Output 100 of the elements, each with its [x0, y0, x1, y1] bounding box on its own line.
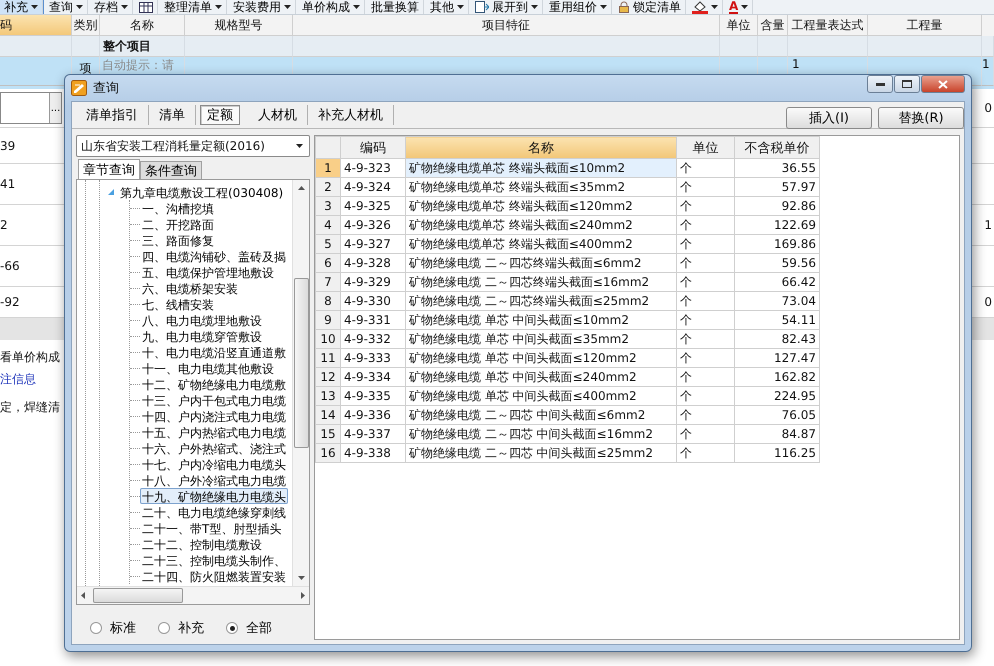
column-header[interactable]: 不含税单价 [734, 136, 820, 158]
panel-tab[interactable]: 注信息 [0, 368, 36, 390]
table-cell: 矿物绝缘电缆 单芯 中间头截面≤120mm2 [406, 348, 676, 368]
tree-item[interactable]: 四、电缆沟铺砂、盖砖及揭 [140, 248, 288, 264]
table-cell: 个 [676, 292, 734, 310]
minimize-button[interactable] [867, 75, 893, 93]
row-number[interactable]: 7 [316, 272, 340, 292]
tab[interactable]: 清单 [149, 105, 196, 125]
tree-item[interactable]: 十、电力电缆沿竖直通道敷 [140, 344, 288, 360]
tree-item[interactable]: 十三、户内干包式电力电缆 [140, 392, 288, 408]
row-number[interactable]: 16 [316, 444, 340, 462]
radio-icon[interactable] [158, 622, 170, 634]
radio-option[interactable]: 全部 [226, 619, 272, 637]
row-number[interactable]: 14 [316, 406, 340, 424]
scroll-up-icon[interactable] [298, 186, 304, 190]
input-field[interactable]: ... [0, 92, 62, 124]
column-header[interactable]: 码 [0, 15, 72, 36]
toolbar-button[interactable]: 查询 [45, 0, 88, 14]
toolbar-button[interactable]: 单价构成 [298, 0, 365, 14]
toolbar-button[interactable]: 存档 [90, 0, 133, 14]
row-number[interactable]: 6 [316, 254, 340, 272]
radio-icon[interactable] [226, 622, 238, 634]
toolbar-button[interactable]: 安装费用 [229, 0, 296, 14]
tree-item[interactable]: 十二、矿物绝缘电力电缆敷 [140, 376, 288, 392]
toolbar-button[interactable]: 整理清单 [160, 0, 227, 14]
caret-icon [31, 5, 38, 9]
radio-option[interactable]: 标准 [90, 619, 136, 637]
row-number[interactable]: 11 [316, 348, 340, 368]
tree-item[interactable]: 六、电缆桥架安装 [140, 280, 240, 296]
row-number[interactable]: 13 [316, 386, 340, 406]
tree-item[interactable]: 二十、电力电缆绝缘穿刺线 [140, 504, 288, 520]
scroll-left-icon[interactable] [81, 592, 85, 599]
table-cell: 个 [676, 444, 734, 462]
row-number[interactable]: 4 [316, 216, 340, 234]
tree-item[interactable]: 十九、矿物绝缘电力电缆头 [140, 488, 288, 504]
scrollbar[interactable] [77, 586, 309, 604]
table-cell: 41 [0, 177, 16, 191]
tree-item[interactable]: 二十二、控制电缆敷设 [140, 536, 264, 552]
table-cell: 39 [0, 138, 16, 152]
tree-item[interactable]: 十一、电力电缆其他敷设 [140, 360, 276, 376]
tree-item[interactable]: 五、电缆保护管埋地敷设 [140, 264, 276, 280]
tree-item[interactable]: 十四、户内浇注式电力电缆 [140, 408, 288, 424]
scrollbar-thumb[interactable] [93, 588, 183, 603]
tree-item[interactable]: 十五、户内热缩式电力电缆 [140, 424, 288, 440]
tab[interactable]: 条件查询 [140, 161, 202, 179]
close-button[interactable] [921, 75, 965, 93]
row-number[interactable]: 15 [316, 424, 340, 444]
column-header[interactable]: 编码 [340, 136, 406, 158]
scrollbar[interactable] [292, 180, 309, 586]
row-number[interactable]: 5 [316, 234, 340, 254]
caret-icon [121, 5, 128, 9]
column-header[interactable]: 名称 [406, 136, 676, 158]
toolbar-button[interactable]: 补充 [0, 0, 43, 14]
radio-icon[interactable] [90, 622, 102, 634]
toolbar-button[interactable]: 锁定清单 [614, 0, 686, 14]
toolbar-button[interactable]: 重用组价 [545, 0, 612, 14]
tab[interactable]: 章节查询 [78, 159, 140, 179]
scroll-right-icon[interactable] [301, 592, 305, 599]
tree-item[interactable]: 二、开挖路面 [140, 216, 216, 232]
tree-item[interactable]: 二十四、防火阻燃装置安装 [140, 568, 288, 584]
toolbar-button[interactable]: 批量换算 [367, 0, 424, 14]
row-number[interactable]: 8 [316, 292, 340, 310]
tree-item[interactable]: 十七、户内冷缩电力电缆头 [140, 456, 288, 472]
tree-item[interactable]: 二十一、带T型、肘型插头 [140, 520, 284, 536]
tree-item[interactable]: 二十三、控制电缆头制作、 [140, 552, 288, 568]
table-cell: 0 [984, 295, 992, 309]
tree-item[interactable]: 三、路面修复 [140, 232, 216, 248]
table-row[interactable]: 整个项目 [0, 36, 994, 57]
toolbar-button[interactable]: 其他 [426, 0, 469, 14]
tab[interactable]: 清单指引 [76, 105, 149, 125]
tree-item[interactable]: 十六、户外热缩式、浇注式 [140, 440, 288, 456]
tree-item[interactable]: 一、沟槽挖填 [140, 200, 216, 216]
row-number[interactable]: 3 [316, 196, 340, 216]
toolbar-button[interactable]: 展开到 [471, 0, 543, 14]
tree-item[interactable]: 九、电力电缆穿管敷设 [140, 328, 264, 344]
panel-tab[interactable]: 看单价构成 [0, 346, 60, 368]
scroll-down-icon[interactable] [298, 576, 304, 580]
tab[interactable]: 补充人材机 [308, 105, 394, 125]
tab[interactable]: 定额 [200, 105, 240, 125]
row-number[interactable]: 2 [316, 178, 340, 196]
row-number[interactable]: 9 [316, 310, 340, 330]
action-button[interactable]: 替换(R) [878, 107, 964, 129]
document-icon [475, 1, 489, 13]
maximize-button[interactable] [894, 75, 920, 93]
tab[interactable]: 人材机 [248, 105, 308, 125]
expanded-icon[interactable] [107, 188, 115, 196]
library-dropdown[interactable]: 山东省安装工程消耗量定额(2016) [76, 135, 310, 157]
table-cell: 矿物绝缘电缆 二～四芯 中间头截面≤25mm2 [406, 444, 676, 462]
action-button[interactable]: 插入(I) [786, 107, 872, 129]
row-number[interactable]: 12 [316, 368, 340, 386]
tree-item[interactable]: 八、电力电缆埋地敷设 [140, 312, 264, 328]
row-number[interactable]: 1 [316, 158, 340, 178]
tree-item[interactable]: 十八、户外冷缩式电力电缆 [140, 472, 288, 488]
radio-option[interactable]: 补充 [158, 619, 204, 637]
tree-item[interactable]: 七、线槽安装 [140, 296, 216, 312]
ellipsis-button[interactable]: ... [49, 93, 61, 123]
row-number[interactable]: 10 [316, 330, 340, 348]
scrollbar-thumb[interactable] [294, 278, 308, 448]
column-header[interactable]: 单位 [676, 136, 734, 158]
tree-item[interactable]: 第九章电缆敷设工程(030408) [118, 184, 286, 200]
